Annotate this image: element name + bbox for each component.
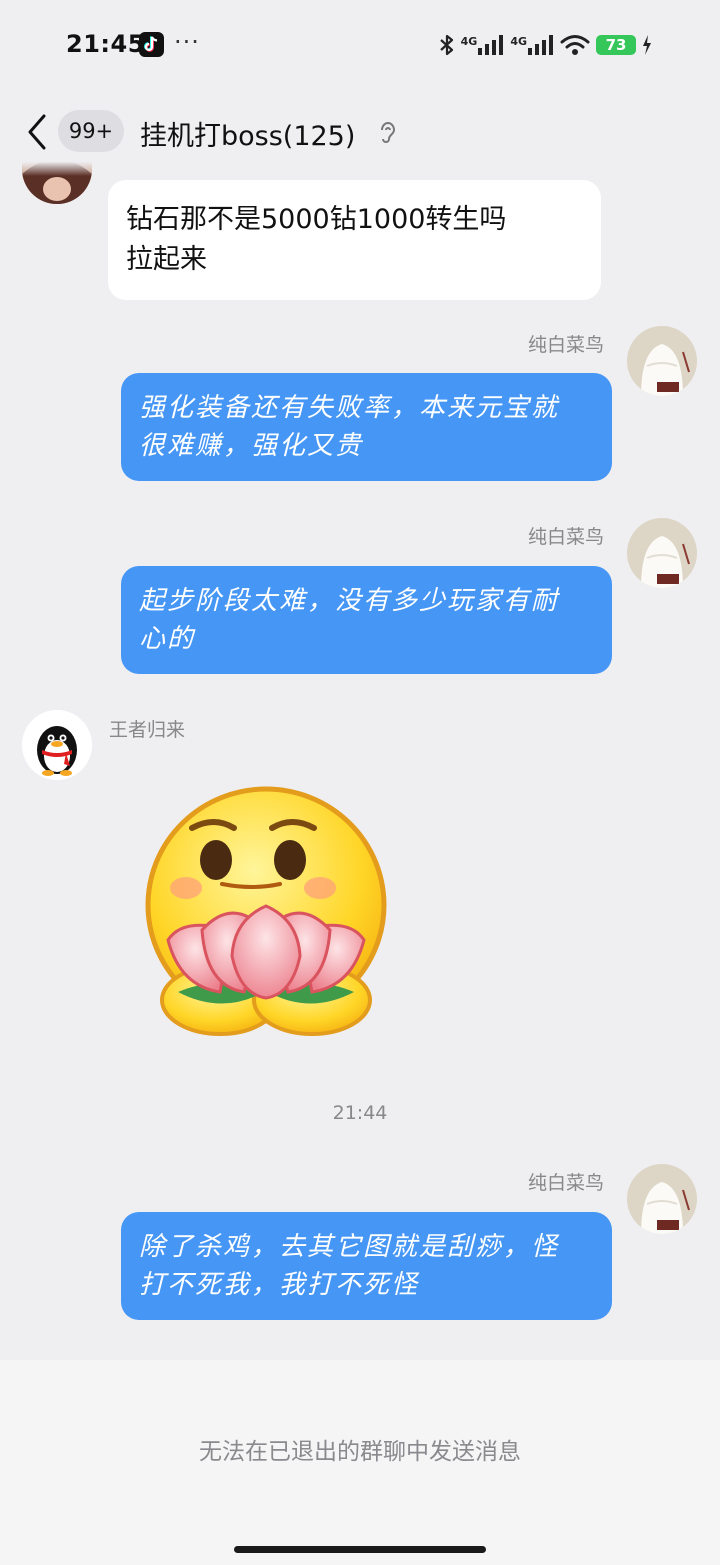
status-icons: 4G 4G 73 [439, 32, 652, 58]
more-dots-icon: ··· [174, 28, 200, 56]
wifi-icon [560, 35, 590, 55]
charging-icon [643, 35, 651, 55]
message-line: 钻石那不是5000钻1000转生吗 [126, 204, 507, 235]
message-line: 打不死我，我打不死怪 [139, 1270, 420, 1300]
message-bubble[interactable]: 起步阶段太难，没有多少玩家有耐 心的 [121, 566, 612, 674]
lotus-emoji-sticker[interactable] [140, 780, 392, 1042]
home-indicator[interactable] [234, 1546, 486, 1553]
signal-icon-2: 4G [510, 35, 554, 55]
back-arrow-icon[interactable] [22, 112, 52, 152]
message-line: 心的 [139, 624, 196, 654]
network-type-1: 4G [460, 35, 478, 48]
network-type-2: 4G [510, 35, 527, 48]
cannot-send-notice: 无法在已退出的群聊中发送消息 [199, 1439, 521, 1465]
sender-name: 纯白菜鸟 [527, 526, 604, 548]
message-line: 强化装备还有失败率，本来元宝就 [139, 393, 560, 423]
sender-name: 纯白菜鸟 [527, 334, 604, 356]
avatar[interactable] [22, 710, 92, 780]
signal-icon: 4G [461, 35, 505, 55]
avatar[interactable] [627, 518, 697, 588]
battery-icon: 73 [596, 35, 636, 55]
timestamp: 21:44 [332, 1102, 388, 1124]
tiktok-icon [139, 32, 164, 57]
status-time: 21:45 [66, 30, 145, 58]
message-bubble[interactable]: 钻石那不是5000钻1000转生吗 拉起来 [108, 180, 601, 300]
bluetooth-icon [439, 34, 453, 56]
avatar[interactable] [627, 1164, 697, 1234]
message-bubble[interactable]: 除了杀鸡，去其它图就是刮痧，怪 打不死我，我打不死怪 [121, 1212, 612, 1320]
ear-icon[interactable] [378, 120, 398, 146]
message-line: 很难赚，强化又贵 [139, 431, 364, 461]
message-line: 拉起来 [126, 244, 207, 275]
chat-title[interactable]: 挂机打boss(125) [140, 114, 355, 153]
message-line: 除了杀鸡，去其它图就是刮痧，怪 [139, 1232, 560, 1262]
message-bubble[interactable]: 强化装备还有失败率，本来元宝就 很难赚，强化又贵 [121, 373, 612, 481]
sender-name: 纯白菜鸟 [527, 1172, 604, 1194]
unread-count-badge[interactable]: 99+ [58, 110, 124, 152]
sender-name: 王者归来 [109, 719, 186, 741]
message-line: 起步阶段太难，没有多少玩家有耐 [139, 586, 560, 616]
avatar[interactable] [627, 326, 697, 396]
